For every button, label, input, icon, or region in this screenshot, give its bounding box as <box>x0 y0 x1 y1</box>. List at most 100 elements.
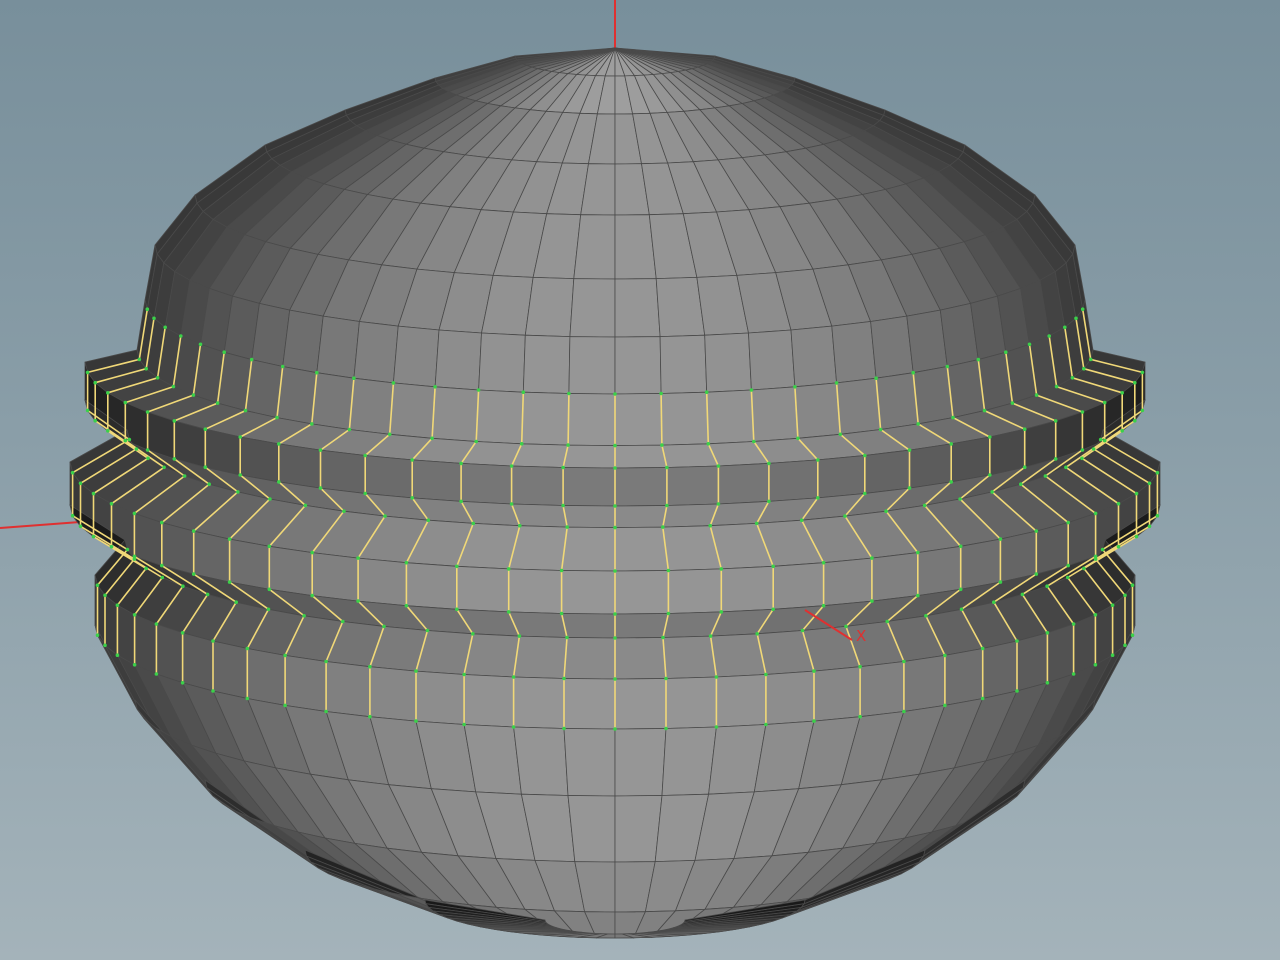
mesh-face[interactable] <box>246 648 286 706</box>
selected-point[interactable] <box>506 610 511 614</box>
selected-point[interactable] <box>1082 366 1086 371</box>
mesh-face[interactable] <box>561 526 616 572</box>
selected-point[interactable] <box>613 569 617 573</box>
selected-point[interactable] <box>132 554 137 559</box>
selected-point[interactable] <box>198 342 203 347</box>
selected-point[interactable] <box>661 525 665 529</box>
selected-point[interactable] <box>410 496 415 500</box>
selected-point[interactable] <box>870 599 874 603</box>
mesh-face[interactable] <box>524 276 575 338</box>
mesh-face[interactable] <box>655 276 706 338</box>
mesh-face[interactable] <box>614 728 667 797</box>
mesh-face[interactable] <box>909 443 952 489</box>
mesh-face[interactable] <box>239 436 280 483</box>
mesh-face[interactable] <box>614 570 669 615</box>
selected-point[interactable] <box>203 427 208 432</box>
selected-point[interactable] <box>425 628 430 633</box>
mesh-face[interactable] <box>389 382 436 439</box>
mesh-face[interactable] <box>710 633 767 678</box>
selected-point[interactable] <box>1147 481 1152 486</box>
selected-point[interactable] <box>152 316 156 321</box>
selected-point[interactable] <box>509 502 514 506</box>
selected-point[interactable] <box>318 486 323 490</box>
selected-point[interactable] <box>559 611 564 616</box>
mesh-face[interactable] <box>748 329 796 391</box>
mesh-face[interactable] <box>982 640 1018 699</box>
selected-point[interactable] <box>821 560 826 565</box>
selected-point[interactable] <box>665 503 669 508</box>
selected-point[interactable] <box>1082 566 1086 571</box>
selected-edge[interactable] <box>660 393 663 446</box>
selected-point[interactable] <box>1080 410 1085 414</box>
selected-point[interactable] <box>613 727 617 731</box>
selected-point[interactable] <box>754 521 759 526</box>
selected-point[interactable] <box>951 415 955 420</box>
mesh-face[interactable] <box>666 465 719 506</box>
selected-point[interactable] <box>916 593 920 598</box>
selected-point[interactable] <box>714 725 719 729</box>
selected-point[interactable] <box>70 470 75 475</box>
selected-point[interactable] <box>559 568 564 573</box>
selected-point[interactable] <box>1098 437 1103 442</box>
mesh-face[interactable] <box>716 674 767 728</box>
selected-point[interactable] <box>980 646 985 651</box>
selected-point[interactable] <box>704 390 709 395</box>
selected-point[interactable] <box>91 491 96 496</box>
selected-point[interactable] <box>509 464 514 468</box>
selected-point[interactable] <box>916 422 920 426</box>
selected-point[interactable] <box>911 370 915 375</box>
selected-point[interactable] <box>660 443 664 447</box>
selected-point[interactable] <box>144 366 148 371</box>
selected-point[interactable] <box>347 427 352 432</box>
selected-point[interactable] <box>215 401 220 405</box>
selected-point[interactable] <box>666 611 671 616</box>
selected-point[interactable] <box>471 632 475 636</box>
mesh-face[interactable] <box>364 455 413 499</box>
mesh-face[interactable] <box>311 372 355 430</box>
selected-point[interactable] <box>1133 418 1137 423</box>
selected-point[interactable] <box>1034 572 1039 576</box>
selected-point[interactable] <box>191 393 196 397</box>
selected-point[interactable] <box>1053 419 1058 423</box>
mesh-face[interactable] <box>521 391 570 446</box>
mesh-face[interactable] <box>661 726 717 796</box>
selected-point[interactable] <box>992 600 996 604</box>
selected-point[interactable] <box>800 628 805 633</box>
mesh-face[interactable] <box>817 455 866 499</box>
selected-point[interactable] <box>154 622 159 626</box>
mesh-face[interactable] <box>768 459 819 502</box>
selected-point[interactable] <box>363 453 368 458</box>
selected-point[interactable] <box>902 659 906 664</box>
selected-point[interactable] <box>1053 457 1058 461</box>
selected-point[interactable] <box>1066 520 1070 525</box>
selected-point[interactable] <box>1022 427 1027 432</box>
selected-point[interactable] <box>924 614 928 618</box>
selected-point[interactable] <box>109 544 114 549</box>
selected-point[interactable] <box>1015 689 1019 693</box>
selected-point[interactable] <box>1047 334 1051 338</box>
mesh-face[interactable] <box>660 391 709 446</box>
mesh-face[interactable] <box>706 389 755 445</box>
selected-point[interactable] <box>227 537 232 541</box>
selected-point[interactable] <box>1022 465 1027 470</box>
selected-point[interactable] <box>958 587 963 592</box>
mesh-face[interactable] <box>475 389 524 445</box>
selected-point[interactable] <box>714 675 719 679</box>
selected-point[interactable] <box>613 612 617 616</box>
selected-point[interactable] <box>1004 350 1008 355</box>
mesh-face[interactable] <box>405 562 458 610</box>
selected-point[interactable] <box>749 388 754 392</box>
selected-point[interactable] <box>1134 534 1139 539</box>
selected-point[interactable] <box>146 456 150 461</box>
mesh-face[interactable] <box>573 214 616 280</box>
mesh-face[interactable] <box>563 728 616 797</box>
selected-point[interactable] <box>902 709 906 714</box>
selected-point[interactable] <box>1123 593 1127 598</box>
selected-point[interactable] <box>191 572 196 576</box>
mesh-face[interactable] <box>311 552 359 602</box>
selected-point[interactable] <box>1140 370 1145 375</box>
mesh-face[interactable] <box>562 444 616 469</box>
selected-point[interactable] <box>137 357 142 362</box>
selected-point[interactable] <box>922 503 927 508</box>
selected-point[interactable] <box>566 443 570 447</box>
